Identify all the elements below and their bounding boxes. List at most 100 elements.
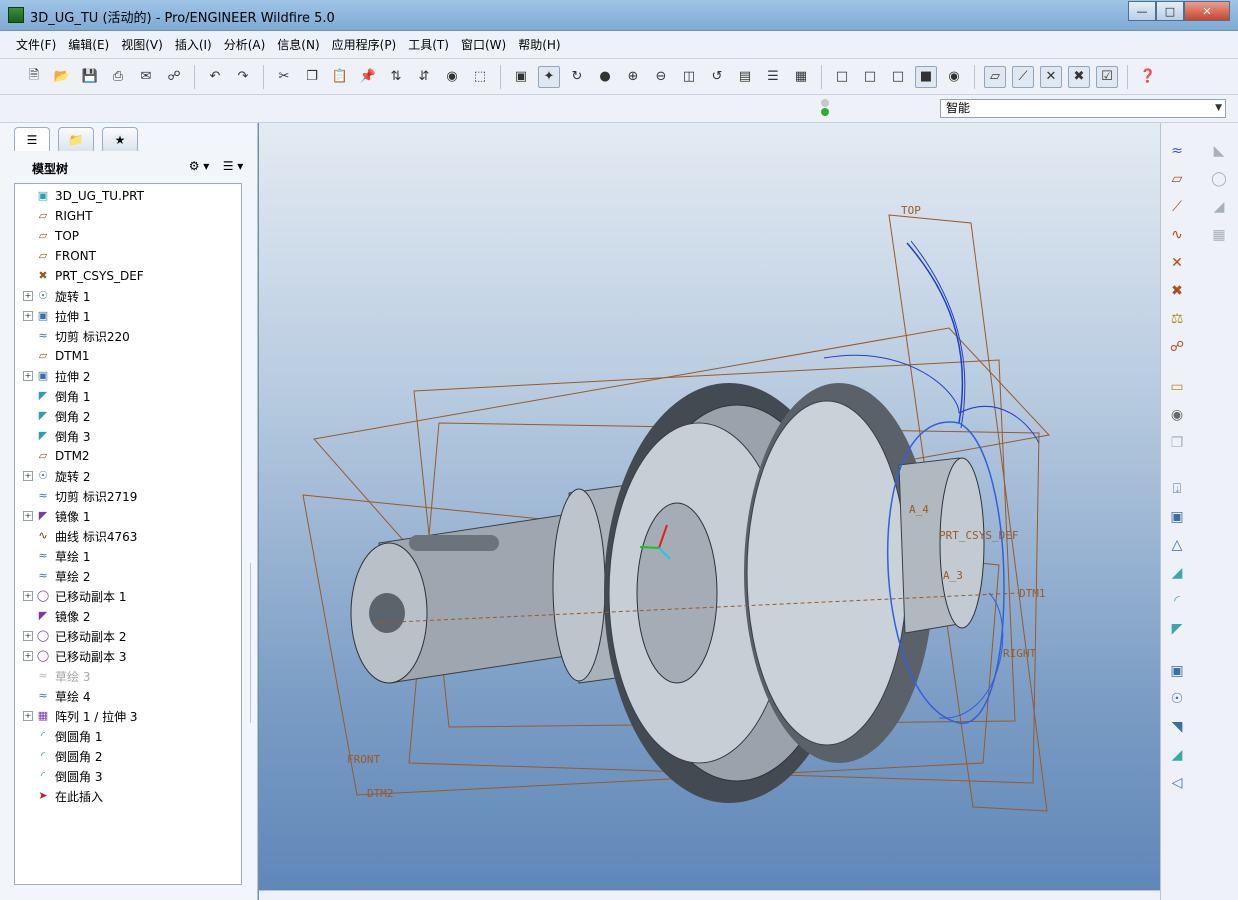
menu-analysis[interactable]: 分析(A) xyxy=(218,31,272,59)
no-hidden-icon[interactable]: □ xyxy=(887,66,909,88)
selection-filter-select[interactable]: 智能 ▼ xyxy=(940,99,1226,118)
tree-item[interactable]: ➤ 在此插入 xyxy=(15,786,241,806)
round-set-icon[interactable]: ◣ xyxy=(1207,139,1231,163)
expand-icon[interactable]: + xyxy=(23,471,33,481)
tree-item[interactable]: ◤ 倒角 3 xyxy=(15,426,241,446)
point-display-icon[interactable]: ✕ xyxy=(1040,65,1062,88)
tree-item[interactable]: ▱ DTM1 xyxy=(15,346,241,366)
panel-splitter[interactable] xyxy=(250,563,256,723)
tree-item[interactable]: ▱ DTM2 xyxy=(15,446,241,466)
tree-item[interactable]: ◜ 倒圆角 1 xyxy=(15,726,241,746)
chamfer-tool-icon[interactable]: ◤ xyxy=(1165,617,1189,641)
context-help-icon[interactable]: ❓ xyxy=(1137,66,1159,88)
shaft-end[interactable] xyxy=(898,457,985,634)
tree-item[interactable]: ◤ 倒角 2 xyxy=(15,406,241,426)
shading-icon[interactable]: ■ xyxy=(915,65,937,88)
send-mail-icon[interactable]: ✉ xyxy=(135,66,157,88)
tree-item[interactable]: + ◯ 已移动副本 3 xyxy=(15,646,241,666)
axis-display-icon[interactable]: ⟋ xyxy=(1012,65,1034,88)
model-canvas[interactable] xyxy=(259,123,1160,890)
menu-tools[interactable]: 工具(T) xyxy=(402,31,455,59)
tree-item[interactable]: ◜ 倒圆角 3 xyxy=(15,766,241,786)
sweep-tool-icon[interactable]: ◥ xyxy=(1165,715,1189,739)
regenerate-icon[interactable]: ⇅ xyxy=(385,66,407,88)
minimize-button[interactable]: — xyxy=(1128,1,1156,21)
tree-item[interactable]: ▱ TOP xyxy=(15,226,241,246)
tab-favorites[interactable]: ★ xyxy=(102,127,138,151)
expand-icon[interactable]: + xyxy=(23,591,33,601)
saved-views-icon[interactable]: ▤ xyxy=(734,66,756,88)
copy-geometry-icon[interactable]: ❐ xyxy=(1165,431,1189,455)
regen-manager-icon[interactable]: ⇵ xyxy=(413,66,435,88)
datum-curve-tool-icon[interactable]: ∿ xyxy=(1165,223,1189,247)
analysis-feature-icon[interactable]: ⚖ xyxy=(1165,307,1189,331)
expand-icon[interactable]: + xyxy=(23,371,33,381)
reorient-icon[interactable]: ↺ xyxy=(706,66,728,88)
tree-item[interactable]: ≈ 切剪 标识2719 xyxy=(15,486,241,506)
plane-display-icon[interactable]: ▱ xyxy=(984,65,1006,88)
grid-icon[interactable]: ▦ xyxy=(1207,223,1231,247)
chain-icon[interactable]: ☍ xyxy=(1165,335,1189,359)
copy-icon[interactable]: ❐ xyxy=(301,66,323,88)
tree-item[interactable]: ≈ 草绘 3 xyxy=(15,666,241,686)
tree-item[interactable]: + ▦ 阵列 1 / 拉伸 3 xyxy=(15,706,241,726)
save-icon[interactable]: 💾 xyxy=(79,66,101,88)
note-tool-icon[interactable]: ▭ xyxy=(1165,375,1189,399)
tree-item[interactable]: + ◯ 已移动副本 2 xyxy=(15,626,241,646)
menu-insert[interactable]: 插入(I) xyxy=(169,31,218,59)
layers-icon[interactable]: ☰ xyxy=(762,66,784,88)
undo-icon[interactable]: ↶ xyxy=(204,66,226,88)
expand-icon[interactable]: + xyxy=(23,651,33,661)
datum-curve-sketch-icon[interactable]: ≈ xyxy=(1165,139,1189,163)
annotation-display-icon[interactable]: ☑ xyxy=(1096,65,1118,88)
tree-item[interactable]: + ◤ 镜像 1 xyxy=(15,506,241,526)
new-file-icon[interactable]: 🗎 xyxy=(23,66,45,88)
send-link-icon[interactable]: ☍ xyxy=(163,66,185,88)
tab-model-tree[interactable]: ☰ xyxy=(14,127,50,151)
menu-applications[interactable]: 应用程序(P) xyxy=(326,31,403,59)
draft-tool-icon[interactable]: ◢ xyxy=(1165,561,1189,585)
menu-window[interactable]: 窗口(W) xyxy=(455,31,512,59)
corner-icon[interactable]: ◢ xyxy=(1207,195,1231,219)
cut-icon[interactable]: ✂ xyxy=(273,66,295,88)
tree-item[interactable]: ▱ FRONT xyxy=(15,246,241,266)
menu-info[interactable]: 信息(N) xyxy=(271,31,325,59)
expand-icon[interactable]: + xyxy=(23,511,33,521)
tree-item[interactable]: + ☉ 旋转 2 xyxy=(15,466,241,486)
tab-folder-browser[interactable]: 📁 xyxy=(58,127,94,151)
tree-item[interactable]: ◤ 倒角 1 xyxy=(15,386,241,406)
wireframe-icon[interactable]: □ xyxy=(831,66,853,88)
tree-item[interactable]: ▣ 3D_UG_TU.PRT xyxy=(15,186,241,206)
tree-item[interactable]: + ☉ 旋转 1 xyxy=(15,286,241,306)
print-icon[interactable]: ⎙ xyxy=(107,66,129,88)
tree-item[interactable]: ≈ 草绘 4 xyxy=(15,686,241,706)
expand-icon[interactable]: + xyxy=(23,631,33,641)
menu-edit[interactable]: 编辑(E) xyxy=(62,31,115,59)
tree-item[interactable]: ▱ RIGHT xyxy=(15,206,241,226)
tree-settings-button[interactable]: ⚙ ▾ xyxy=(182,159,216,177)
hidden-line-icon[interactable]: □ xyxy=(859,66,881,88)
view-manager-icon[interactable]: ▦ xyxy=(790,66,812,88)
tree-item[interactable]: + ▣ 拉伸 1 xyxy=(15,306,241,326)
tree-item[interactable]: ≈ 草绘 2 xyxy=(15,566,241,586)
tree-item[interactable]: ◜ 倒圆角 2 xyxy=(15,746,241,766)
refit-icon[interactable]: ◫ xyxy=(678,66,700,88)
tree-item[interactable]: ≈ 切剪 标识220 xyxy=(15,326,241,346)
revolve-tool-icon[interactable]: ☉ xyxy=(1165,687,1189,711)
open-folder-icon[interactable]: 📂 xyxy=(51,66,73,88)
maximize-button[interactable]: □ xyxy=(1156,1,1184,21)
repaint-icon[interactable]: ▣ xyxy=(510,66,532,88)
tree-item[interactable]: ∿ 曲线 标识4763 xyxy=(15,526,241,546)
csys-tool-icon[interactable]: ✖ xyxy=(1165,279,1189,303)
datum-plane-tool-icon[interactable]: ▱ xyxy=(1165,167,1189,191)
zoom-in-icon[interactable]: ⊕ xyxy=(622,66,644,88)
camera-tool-icon[interactable]: ◉ xyxy=(1165,403,1189,427)
redo-icon[interactable]: ↷ xyxy=(232,66,254,88)
enhanced-realism-icon[interactable]: ◉ xyxy=(943,66,965,88)
tree-item[interactable]: ◤ 镜像 2 xyxy=(15,606,241,626)
round-tool-icon[interactable]: ◜ xyxy=(1165,589,1189,613)
select-box-icon[interactable]: ⬚ xyxy=(469,66,491,88)
tree-item[interactable]: + ◯ 已移动副本 1 xyxy=(15,586,241,606)
orient-mode-icon[interactable]: ↻ xyxy=(566,66,588,88)
paste-special-icon[interactable]: 📌 xyxy=(357,66,379,88)
